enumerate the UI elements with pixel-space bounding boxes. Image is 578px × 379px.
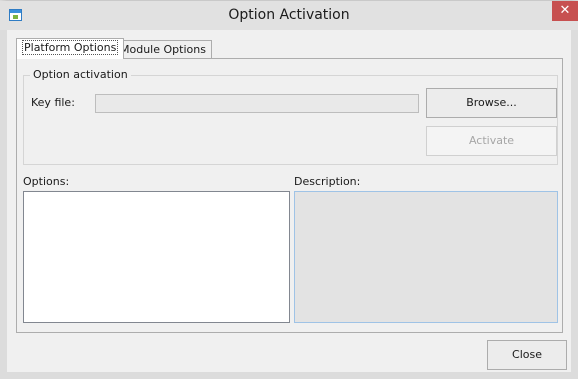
tab-platform-options[interactable]: Platform Options — [16, 38, 125, 59]
option-activation-window: Option Activation ✕ Platform Options Mod… — [0, 0, 578, 379]
browse-button[interactable]: Browse... — [426, 88, 557, 118]
tab-module-options[interactable]: Module Options — [114, 40, 212, 59]
title-bar[interactable]: Option Activation ✕ — [0, 1, 578, 30]
close-button[interactable]: Close — [487, 340, 567, 370]
description-label: Description: — [294, 175, 361, 188]
description-box — [294, 191, 558, 323]
options-list[interactable] — [23, 191, 290, 323]
tab-platform-options-label: Platform Options — [22, 40, 119, 55]
platform-options-panel: Option activation Key file: Browse... Ac… — [16, 58, 563, 333]
key-file-label: Key file: — [31, 96, 75, 109]
option-activation-legend: Option activation — [30, 68, 131, 81]
window-title: Option Activation — [228, 7, 350, 23]
options-label: Options: — [23, 175, 70, 188]
option-activation-group: Option activation Key file: Browse... Ac… — [23, 68, 558, 165]
activate-button[interactable]: Activate — [426, 126, 557, 156]
key-file-field[interactable] — [95, 94, 419, 113]
close-icon: ✕ — [559, 3, 571, 18]
tab-module-options-label: Module Options — [120, 43, 206, 56]
window-close-button[interactable]: ✕ — [552, 1, 578, 21]
